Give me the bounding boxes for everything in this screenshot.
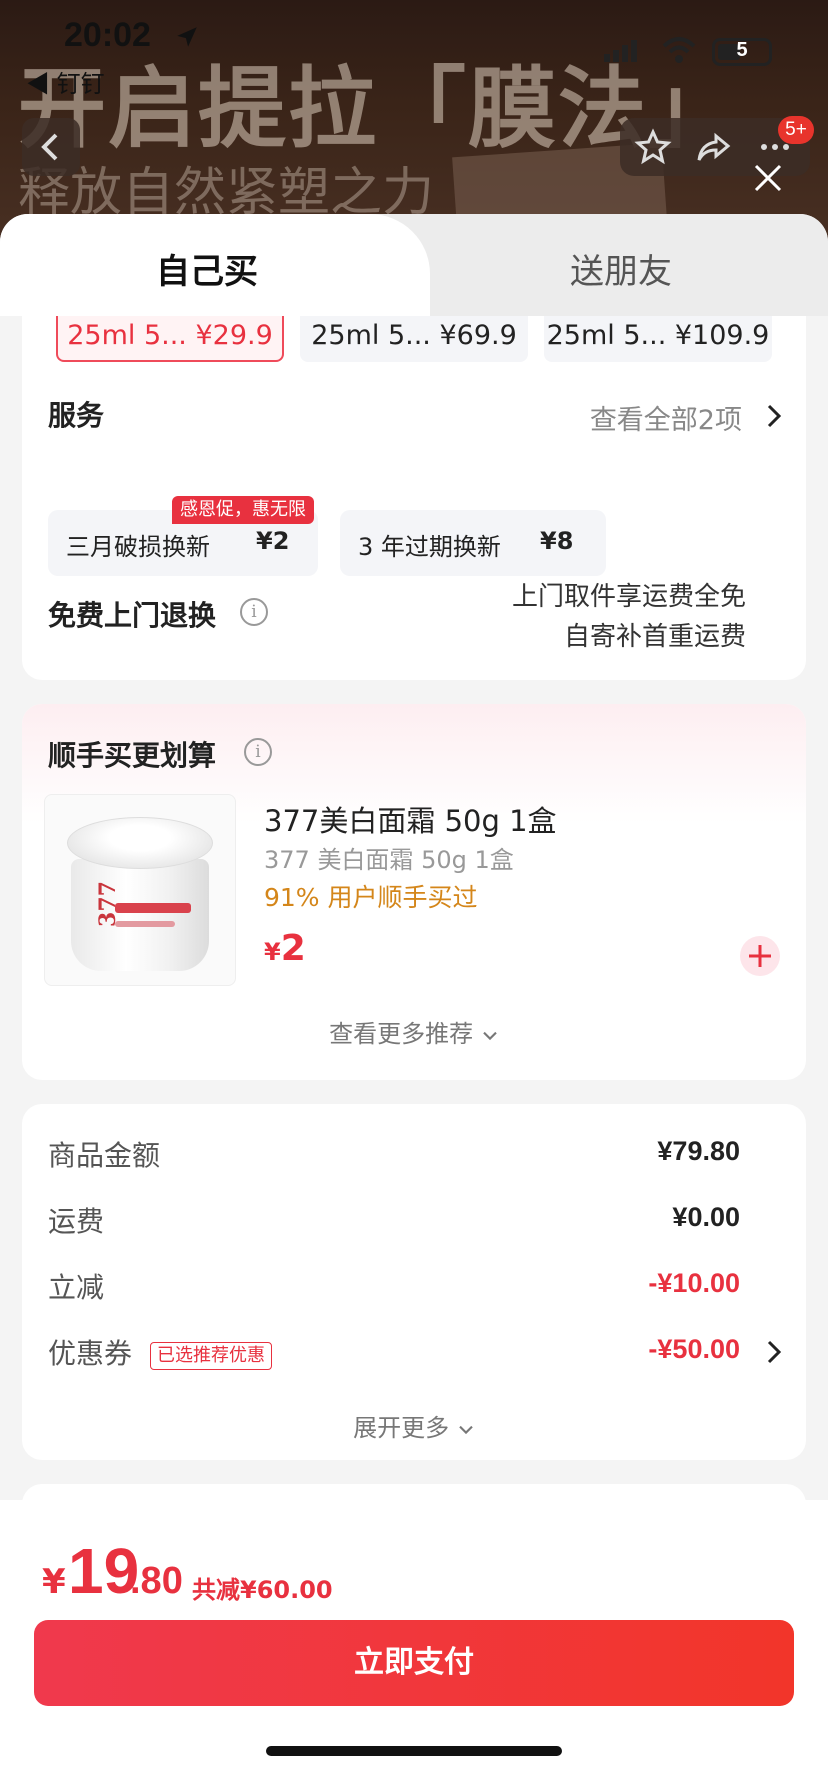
summary-value: -¥10.00 — [648, 1268, 740, 1298]
total-decimal: .80 — [130, 1560, 183, 1602]
service-option-price: ¥8 — [540, 527, 574, 555]
summary-label: 优惠券 — [48, 1337, 133, 1370]
plus-icon — [749, 945, 771, 967]
coupon-tag: 已选推荐优惠 — [150, 1342, 272, 1370]
service-option-name: 3 年过期换新 — [358, 533, 501, 561]
promo-tag: 感恩促，惠无限 — [172, 496, 314, 524]
battery-icon: 5 — [712, 38, 772, 66]
cellular-signal-icon — [604, 40, 637, 62]
chevron-right-icon[interactable] — [764, 402, 784, 430]
addon-product-title[interactable]: 377美白面霜 50g 1盒 — [264, 798, 557, 840]
total-saving: 共减¥60.00 — [192, 1576, 333, 1604]
location-arrow-icon — [177, 27, 197, 47]
status-time: 20:02 — [64, 16, 151, 54]
chevron-down-icon — [459, 1425, 473, 1435]
checkout-sheet: 自己买 送朋友 25ml 5... ¥29.9 25ml 5... ¥69.9 … — [0, 214, 828, 1792]
service-view-all[interactable]: 查看全部2项 — [590, 398, 742, 437]
battery-level: 5 — [736, 39, 748, 61]
notification-badge: 5+ — [778, 116, 814, 144]
return-line-2: 自寄补首重运费 — [563, 622, 746, 652]
price-summary-card: 商品金额 ¥79.80 运费 ¥0.00 立减 -¥10.00 优惠券 已选推荐… — [22, 1104, 806, 1460]
close-icon[interactable] — [752, 162, 784, 194]
share-icon[interactable] — [694, 128, 732, 166]
bottom-pay-bar: ¥ 19 .80 共减¥60.00 立即支付 — [0, 1500, 828, 1792]
options-card: 25ml 5... ¥29.9 25ml 5... ¥69.9 25ml 5..… — [22, 316, 806, 680]
service-option-price: ¥2 — [256, 527, 290, 555]
jar-label: 377 — [94, 881, 121, 927]
service-title: 服务 — [48, 399, 105, 432]
addon-product-subtitle: 377 美白面霜 50g 1盒 — [264, 846, 514, 874]
chevron-right-icon[interactable] — [764, 1338, 784, 1366]
free-return-title: 免费上门退换 — [48, 599, 217, 632]
tab-self-buy-label[interactable]: 自己买 — [156, 244, 258, 293]
addon-product-image[interactable]: 377 — [44, 794, 236, 986]
purchase-tabs: 自己买 送朋友 — [0, 214, 828, 316]
summary-label: 运费 — [48, 1205, 105, 1238]
back-to-app-link[interactable]: ◀ 钉钉 — [26, 64, 105, 99]
wifi-icon — [662, 37, 696, 63]
spec-option-1[interactable]: 25ml 5... ¥29.9 — [56, 316, 284, 362]
more-recommendations-link[interactable]: 查看更多推荐 — [22, 1014, 806, 1049]
summary-value: ¥0.00 — [672, 1202, 740, 1232]
chevron-left-icon — [41, 133, 58, 161]
summary-label: 商品金额 — [48, 1139, 161, 1172]
return-line-1: 上门取件享运费全免 — [511, 582, 746, 612]
summary-label: 立减 — [48, 1271, 105, 1304]
add-addon-button[interactable] — [740, 936, 780, 976]
addon-card: 顺手买更划算 i 377 377美白面霜 50g 1盒 377 美白面霜 50g… — [22, 704, 806, 1080]
info-icon[interactable]: i — [240, 598, 268, 626]
total-integer: 19 — [68, 1535, 140, 1607]
spec-option-2[interactable]: 25ml 5... ¥69.9 — [300, 316, 528, 362]
summary-value: ¥79.80 — [657, 1136, 740, 1166]
addon-price: ¥2 — [264, 928, 306, 969]
expand-more-link[interactable]: 展开更多 — [22, 1408, 806, 1443]
home-indicator[interactable] — [266, 1746, 562, 1756]
addon-buy-rate: 91% 用户顺手买过 — [264, 883, 478, 912]
spec-option-3[interactable]: 25ml 5... ¥109.9 — [544, 316, 772, 362]
chevron-down-icon — [483, 1031, 497, 1041]
star-icon[interactable] — [634, 128, 672, 166]
addon-title: 顺手买更划算 — [48, 739, 217, 772]
service-option-expiry[interactable]: 3 年过期换新 ¥8 — [340, 510, 606, 576]
service-option-name: 三月破损换新 — [66, 533, 210, 561]
back-button[interactable] — [22, 118, 80, 176]
total-currency: ¥ — [42, 1562, 66, 1602]
pay-now-button[interactable]: 立即支付 — [34, 1620, 794, 1706]
tab-gift-friend[interactable]: 送朋友 — [570, 244, 672, 293]
coupon-value[interactable]: -¥50.00 — [648, 1334, 740, 1365]
info-icon[interactable]: i — [244, 738, 272, 766]
